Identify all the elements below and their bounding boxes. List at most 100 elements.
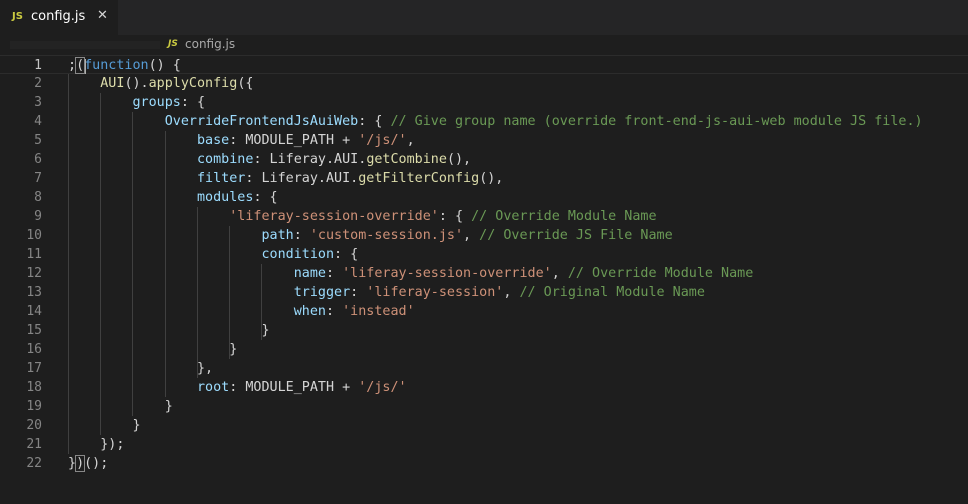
code-token: ; xyxy=(68,58,77,73)
line-number: 9 xyxy=(34,209,42,224)
code-text: modules: { xyxy=(68,188,278,207)
code-token: base xyxy=(197,133,230,148)
code-text: } xyxy=(68,397,173,416)
code-token: } xyxy=(68,456,77,471)
line-number: 2 xyxy=(34,76,42,91)
line-number: 12 xyxy=(26,266,42,281)
tab-label: config.js xyxy=(31,9,86,24)
code-line[interactable]: 18 root: MODULE_PATH + '/js/' xyxy=(0,378,968,397)
breadcrumb-file[interactable]: config.js xyxy=(185,37,235,51)
code-token: } xyxy=(68,342,238,357)
code-token: ( xyxy=(75,57,86,74)
code-token: (), xyxy=(479,171,504,186)
code-line[interactable]: 1 ;(function() { xyxy=(0,55,968,74)
code-line[interactable]: 2 AUI().applyConfig({ xyxy=(0,74,968,93)
code-line[interactable]: 19 } xyxy=(0,397,968,416)
breadcrumb-path-blurred xyxy=(10,41,160,49)
code-line[interactable]: 22})(); xyxy=(0,454,968,473)
code-token: }, xyxy=(68,361,214,376)
code-line[interactable]: 17 }, xyxy=(0,359,968,378)
breadcrumb: JS config.js xyxy=(0,35,968,55)
tab-config-js[interactable]: JS config.js ✕ xyxy=(0,0,118,35)
code-line[interactable]: 5 base: MODULE_PATH + '/js/', xyxy=(0,131,968,150)
code-token: trigger xyxy=(293,285,351,300)
text-cursor xyxy=(85,59,86,74)
line-number: 3 xyxy=(34,95,42,110)
code-line[interactable]: 3 groups: { xyxy=(0,93,968,112)
code-line[interactable]: 15 } xyxy=(0,321,968,340)
code-token: // Override JS File Name xyxy=(479,228,673,243)
code-line[interactable]: 12 name: 'liferay-session-override', // … xyxy=(0,264,968,283)
code-text: } xyxy=(68,340,237,359)
code-token: groups xyxy=(132,95,181,110)
code-token: } xyxy=(68,399,173,414)
code-token: getFilterConfig xyxy=(358,171,480,186)
code-token: () { xyxy=(148,58,181,73)
code-token: : MODULE_PATH + xyxy=(229,380,359,395)
line-number: 6 xyxy=(34,152,42,167)
code-line[interactable]: 8 modules: { xyxy=(0,188,968,207)
code-text: trigger: 'liferay-session', // Original … xyxy=(68,283,705,302)
line-number: 11 xyxy=(26,247,42,262)
javascript-file-icon: JS xyxy=(12,11,23,22)
code-token: // Original Module Name xyxy=(519,285,705,300)
code-text: })(); xyxy=(68,454,108,473)
line-number: 5 xyxy=(34,133,42,148)
code-line[interactable]: 20 } xyxy=(0,416,968,435)
code-line[interactable]: 16 } xyxy=(0,340,968,359)
code-line[interactable]: 4 OverrideFrontendJsAuiWeb: { // Give gr… xyxy=(0,112,968,131)
code-text: base: MODULE_PATH + '/js/', xyxy=(68,131,415,150)
code-text: when: 'instead' xyxy=(68,302,415,321)
line-number: 19 xyxy=(26,399,42,414)
code-text: root: MODULE_PATH + '/js/' xyxy=(68,378,407,397)
code-token: function xyxy=(84,58,149,73)
line-number: 21 xyxy=(26,437,42,452)
code-token: : xyxy=(325,304,343,319)
code-line[interactable]: 14 when: 'instead' xyxy=(0,302,968,321)
code-token: (); xyxy=(84,456,109,471)
code-token: : xyxy=(293,228,310,243)
code-line[interactable]: 11 condition: { xyxy=(0,245,968,264)
line-number: 8 xyxy=(34,190,42,205)
code-token: path xyxy=(261,228,294,243)
code-text: } xyxy=(68,321,269,340)
code-token: : { xyxy=(358,114,391,129)
code-token: , xyxy=(503,285,520,300)
code-token: // Override Module Name xyxy=(567,266,754,281)
code-token: : MODULE_PATH + xyxy=(229,133,359,148)
line-number: 13 xyxy=(26,285,42,300)
code-line[interactable]: 13 trigger: 'liferay-session', // Origin… xyxy=(0,283,968,302)
code-line[interactable]: 6 combine: Liferay.AUI.getCombine(), xyxy=(0,150,968,169)
code-token: 'liferay-session-override' xyxy=(342,266,552,281)
code-line[interactable]: 21 }); xyxy=(0,435,968,454)
code-editor[interactable]: 1 ;(function() {2 AUI().applyConfig({3 gr… xyxy=(0,55,968,504)
line-number: 18 xyxy=(26,380,42,395)
code-text: AUI().applyConfig({ xyxy=(68,74,253,93)
code-token: // Give group name (override front-end-j… xyxy=(390,114,923,129)
code-token: 'liferay-session' xyxy=(366,285,504,300)
code-token: (). xyxy=(124,76,149,91)
code-line[interactable]: 9 'liferay-session-override': { // Overr… xyxy=(0,207,968,226)
line-number: 7 xyxy=(34,171,42,186)
line-number: 16 xyxy=(26,342,42,357)
code-token: // Override Module Name xyxy=(471,209,657,224)
code-token: 'instead' xyxy=(342,304,415,319)
code-text: }, xyxy=(68,359,213,378)
code-token: : Liferay.AUI. xyxy=(245,171,359,186)
code-token: AUI xyxy=(100,76,125,91)
code-token: getCombine xyxy=(366,152,447,167)
code-token: ) xyxy=(75,455,86,472)
code-line[interactable]: 7 filter: Liferay.AUI.getFilterConfig(), xyxy=(0,169,968,188)
code-line[interactable]: 10 path: 'custom-session.js', // Overrid… xyxy=(0,226,968,245)
code-text: OverrideFrontendJsAuiWeb: { // Give grou… xyxy=(68,112,923,131)
close-icon[interactable]: ✕ xyxy=(97,8,108,23)
code-token: : xyxy=(325,266,343,281)
